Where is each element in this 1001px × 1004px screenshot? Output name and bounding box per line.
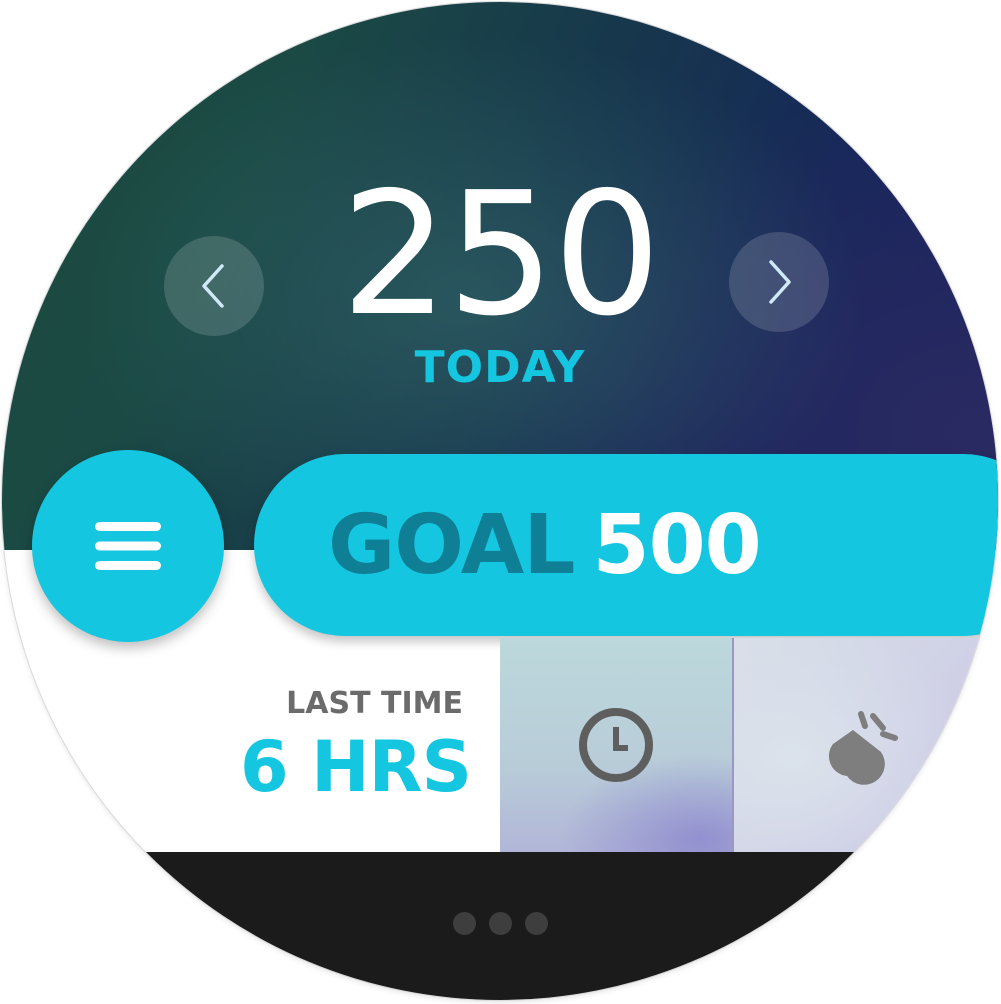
tap-tile[interactable] [734, 638, 998, 852]
history-tile[interactable] [500, 638, 732, 852]
page-dot[interactable] [452, 912, 476, 935]
watch-face: 250 TODAY GOAL 500 LAST TIME 6 HRS [2, 2, 998, 1000]
goal-label: GOAL [328, 498, 576, 593]
page-dot[interactable] [488, 912, 512, 935]
goal-value: 500 [592, 498, 762, 593]
next-button[interactable] [729, 232, 829, 332]
chevron-right-icon [769, 260, 791, 304]
last-time-label: LAST TIME [286, 686, 463, 721]
last-time-value: 6 HRS [240, 726, 472, 808]
count-value: 250 [340, 156, 661, 354]
menu-button[interactable] [32, 450, 224, 642]
period-label: TODAY [414, 342, 586, 393]
hamburger-menu-icon [95, 522, 161, 570]
page-dot[interactable] [524, 912, 548, 935]
page-indicator[interactable] [2, 912, 998, 935]
goal-text: GOAL 500 [328, 496, 762, 596]
tap-icon [828, 711, 898, 785]
clock-icon [579, 708, 653, 782]
